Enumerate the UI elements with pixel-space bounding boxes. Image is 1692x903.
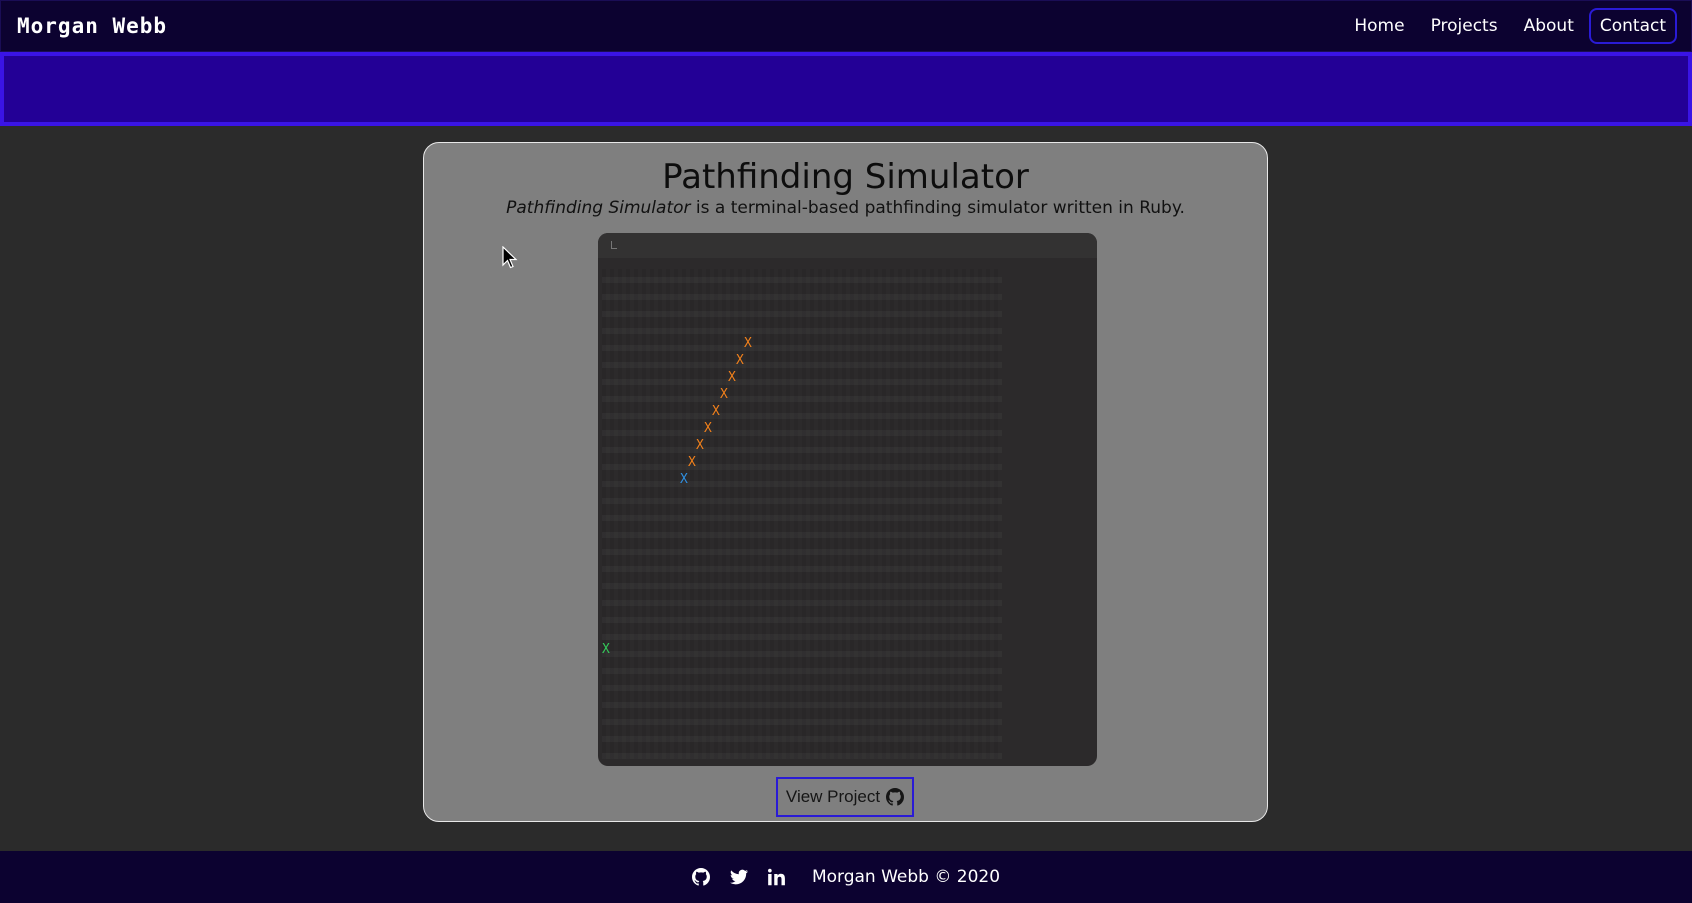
footer: Morgan Webb © 2020	[0, 851, 1692, 903]
view-project-button[interactable]: View Project	[776, 777, 914, 817]
project-description-text: is a terminal-based pathfinding simulato…	[690, 198, 1185, 218]
github-icon[interactable]	[691, 868, 710, 886]
path-marker: X	[696, 438, 704, 453]
nav-links: Home Projects About Contact	[1343, 8, 1677, 44]
terminal-icon	[611, 241, 617, 249]
path-marker: X	[704, 421, 712, 436]
github-icon	[886, 788, 905, 806]
nav-projects-link[interactable]: Projects	[1420, 8, 1509, 44]
project-card: Pathfinding Simulator Pathfinding Simula…	[423, 142, 1268, 822]
path-marker: X	[744, 336, 752, 351]
goal-marker: X	[602, 642, 610, 657]
path-marker: X	[688, 455, 696, 470]
start-marker: X	[680, 472, 688, 487]
path-marker: X	[728, 370, 736, 385]
navbar: Morgan Webb Home Projects About Contact	[0, 0, 1692, 52]
linkedin-icon[interactable]	[767, 868, 786, 886]
nav-home-link[interactable]: Home	[1343, 8, 1415, 44]
terminal-grid	[602, 269, 1002, 759]
footer-copyright: Morgan Webb © 2020	[811, 867, 1001, 887]
mouse-cursor-icon	[502, 246, 518, 269]
terminal-preview: X X X X X X X X X X	[598, 233, 1097, 766]
path-marker: X	[720, 387, 728, 402]
brand-logo[interactable]: Morgan Webb	[17, 14, 167, 38]
project-title: Pathfinding Simulator	[662, 157, 1029, 197]
hero-banner	[0, 52, 1692, 126]
nav-about-link[interactable]: About	[1513, 8, 1585, 44]
path-marker: X	[736, 353, 744, 368]
twitter-icon[interactable]	[729, 868, 748, 886]
path-marker: X	[712, 404, 720, 419]
project-description: Pathfinding Simulator is a terminal-base…	[424, 198, 1267, 218]
nav-contact-link[interactable]: Contact	[1588, 8, 1677, 44]
project-description-name: Pathfinding Simulator	[506, 198, 691, 218]
terminal-titlebar	[598, 233, 1097, 258]
view-project-label: View Project	[785, 787, 881, 806]
